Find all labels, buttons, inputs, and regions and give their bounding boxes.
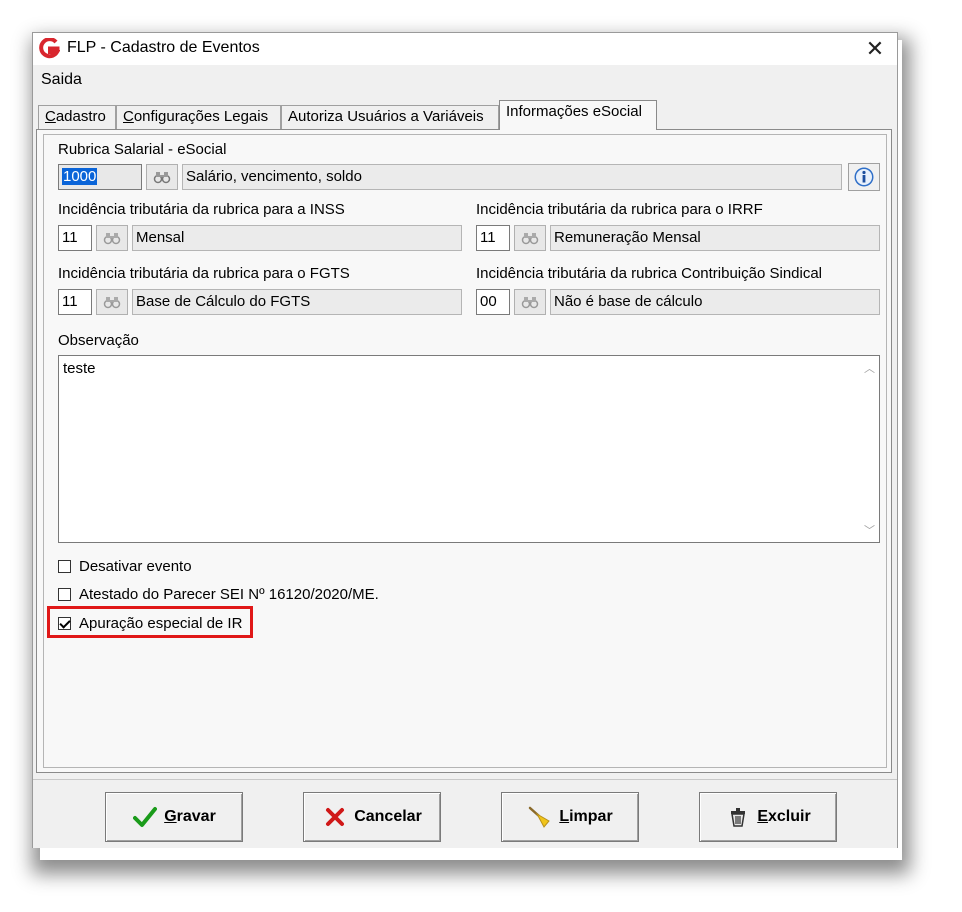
irrf-search-button[interactable] — [514, 225, 546, 251]
checkbox-desativar-evento[interactable]: Desativar evento — [58, 555, 192, 577]
check-icon — [132, 804, 158, 830]
info-button[interactable] — [848, 163, 880, 191]
menu-item-saida[interactable]: Saida — [41, 71, 82, 89]
checkbox-atestado-parecer[interactable]: Atestado do Parecer SEI Nº 16120/2020/ME… — [58, 583, 379, 605]
tab-configuracoes-legais[interactable]: Configurações Legais — [116, 105, 281, 129]
tab-panel: Rubrica Salarial - eSocial 1000 Salário,… — [36, 129, 892, 773]
checkbox-label: Desativar evento — [79, 557, 192, 575]
fgts-search-button[interactable] — [96, 289, 128, 315]
rubrica-label: Rubrica Salarial - eSocial — [58, 141, 227, 158]
dialog-window: FLP - Cadastro de Eventos ✕ Saida Cadast… — [32, 32, 898, 848]
irrf-description: Remuneração Mensal — [550, 225, 880, 251]
binoculars-icon — [521, 233, 539, 245]
fgts-code-input[interactable]: 11 — [58, 289, 92, 315]
binoculars-icon — [153, 172, 171, 184]
trash-icon — [725, 804, 751, 830]
binoculars-icon — [521, 297, 539, 309]
sindical-label: Incidência tributária da rubrica Contrib… — [476, 265, 823, 282]
binoculars-icon — [103, 297, 121, 309]
observacao-text: teste — [63, 360, 96, 377]
inss-search-button[interactable] — [96, 225, 128, 251]
rubrica-search-button[interactable] — [146, 164, 178, 190]
scroll-down-icon[interactable]: ﹀ — [864, 522, 875, 538]
inss-code-input[interactable]: 11 — [58, 225, 92, 251]
inss-description: Mensal — [132, 225, 462, 251]
button-bar: Gravar Cancelar Limpar Excluir — [33, 779, 897, 848]
broom-icon — [527, 804, 553, 830]
info-icon — [854, 167, 874, 187]
limpar-button[interactable]: Limpar — [501, 792, 639, 842]
excluir-label: Excluir — [757, 808, 811, 825]
highlight-annotation — [47, 606, 253, 638]
tab-autoriza-usuarios[interactable]: Autoriza Usuários a Variáveis — [281, 105, 499, 129]
x-icon — [322, 804, 348, 830]
flp-logo-icon — [39, 38, 60, 59]
rubrica-description: Salário, vencimento, soldo — [182, 164, 842, 190]
cancelar-label: Cancelar — [354, 808, 422, 825]
menu-bar: Saida — [33, 67, 897, 93]
checkbox-box[interactable] — [58, 587, 71, 601]
cancelar-button[interactable]: Cancelar — [303, 792, 441, 842]
sindical-description: Não é base de cálculo — [550, 289, 880, 315]
observacao-textarea[interactable]: teste ︿ ﹀ — [58, 355, 880, 543]
fgts-label: Incidência tributária da rubrica para o … — [58, 265, 350, 282]
close-button[interactable]: ✕ — [861, 35, 889, 63]
limpar-label: Limpar — [559, 808, 613, 825]
gravar-label: Gravar — [164, 808, 216, 825]
checkbox-label: Atestado do Parecer SEI Nº 16120/2020/ME… — [79, 585, 379, 603]
sindical-search-button[interactable] — [514, 289, 546, 315]
esocial-panel: Rubrica Salarial - eSocial 1000 Salário,… — [43, 134, 887, 768]
irrf-code-input[interactable]: 11 — [476, 225, 510, 251]
rubrica-code-input[interactable]: 1000 — [58, 164, 142, 190]
inss-label: Incidência tributária da rubrica para a … — [58, 201, 345, 218]
irrf-label: Incidência tributária da rubrica para o … — [476, 201, 763, 218]
title-bar: FLP - Cadastro de Eventos ✕ — [33, 33, 897, 65]
tab-informacoes-esocial[interactable]: Informações eSocial — [499, 100, 657, 130]
tab-strip: Cadastro Configurações Legais Autoriza U… — [36, 99, 896, 130]
observacao-label: Observação — [58, 332, 139, 349]
scroll-up-icon[interactable]: ︿ — [864, 360, 875, 376]
window-title: FLP - Cadastro de Eventos — [67, 39, 260, 56]
gravar-button[interactable]: Gravar — [105, 792, 243, 842]
tab-cadastro[interactable]: Cadastro — [38, 105, 116, 129]
checkbox-box[interactable] — [58, 559, 71, 573]
sindical-code-input[interactable]: 00 — [476, 289, 510, 315]
close-icon: ✕ — [865, 36, 885, 61]
observacao-scrollbar[interactable]: ︿ ﹀ — [859, 356, 879, 542]
binoculars-icon — [103, 233, 121, 245]
excluir-button[interactable]: Excluir — [699, 792, 837, 842]
fgts-description: Base de Cálculo do FGTS — [132, 289, 462, 315]
